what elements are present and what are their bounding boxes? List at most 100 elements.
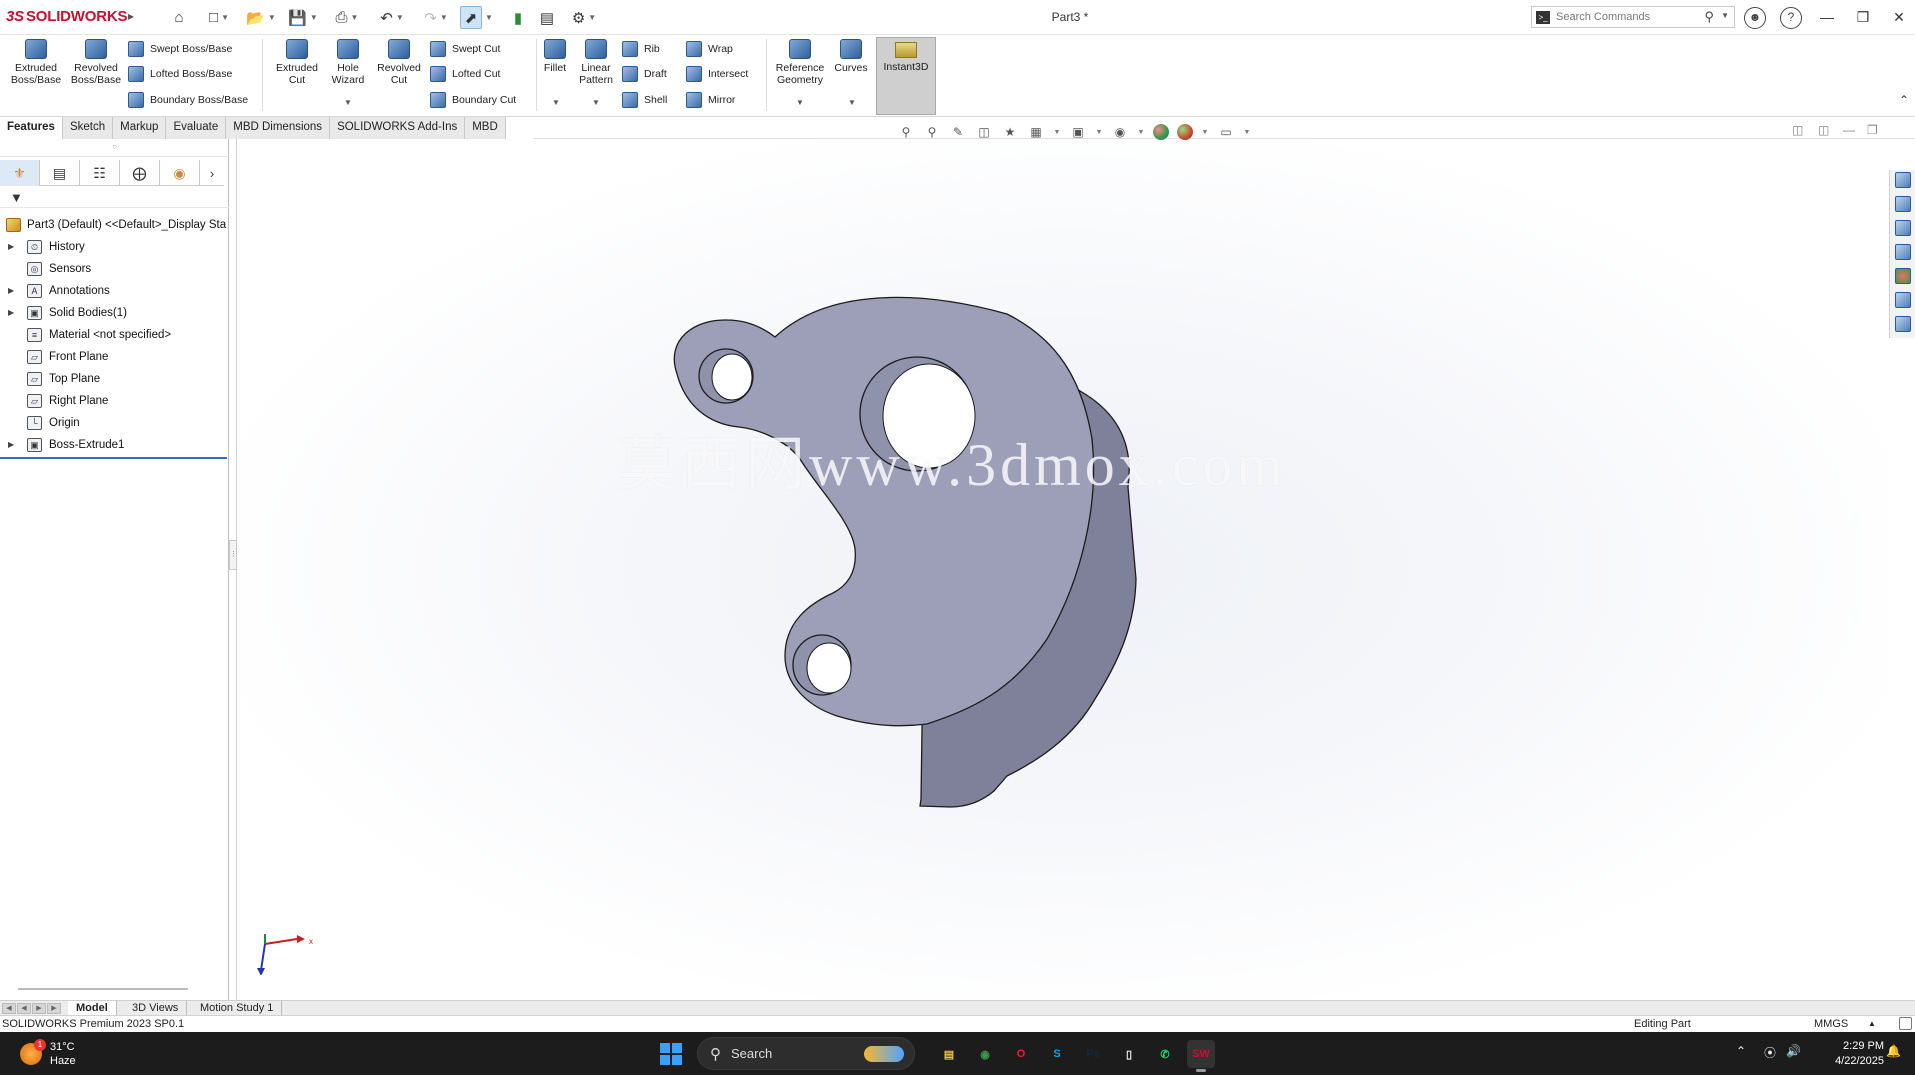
curves-button[interactable]: Curves	[832, 39, 870, 74]
draft-button[interactable]: Draft	[622, 64, 667, 84]
configuration-manager-tab-icon[interactable]: ☷	[80, 160, 120, 186]
display-manager-tab-icon[interactable]: ◉	[160, 160, 200, 186]
appearances-icon[interactable]	[1895, 268, 1911, 284]
minimize-window-icon[interactable]: —	[1812, 6, 1842, 28]
system-clock[interactable]: 2:29 PM 4/22/2025	[1820, 1039, 1884, 1069]
rib-button[interactable]: Rib	[622, 39, 660, 59]
revolved-boss-button[interactable]: Revolved Boss/Base	[66, 39, 126, 86]
expand-arrow-icon[interactable]: ▶	[8, 236, 14, 258]
tree-item-solid-bodies-1[interactable]: ▶ ▣ Solid Bodies(1)	[0, 302, 229, 324]
first-tab-icon[interactable]: ◀	[2, 1003, 16, 1014]
apply-scene-dropdown-icon[interactable]: ▼	[1201, 123, 1209, 141]
apply-scene-icon[interactable]	[1177, 124, 1193, 140]
tab-mbd-dimensions[interactable]: MBD Dimensions	[226, 117, 331, 139]
solidworks-resources-icon[interactable]	[1895, 172, 1911, 188]
reference-geometry-button[interactable]: Reference Geometry	[770, 39, 830, 86]
hide-show-items-icon[interactable]: ◉	[1111, 123, 1129, 141]
tab-solidworks-add-ins[interactable]: SOLIDWORKS Add-Ins	[330, 117, 466, 139]
rollback-bar[interactable]	[0, 457, 227, 459]
filter-icon[interactable]: ▼	[0, 188, 229, 208]
menu-expand-arrow-icon[interactable]: ▸	[128, 9, 134, 23]
help-icon[interactable]: ?	[1780, 7, 1802, 29]
select-dropdown-arrow-icon[interactable]: ▼	[484, 6, 494, 29]
section-view-icon[interactable]: ◫	[975, 123, 993, 141]
lofted-cut-button[interactable]: Lofted Cut	[430, 64, 500, 84]
restore-window-icon[interactable]: ❐	[1848, 6, 1878, 28]
view-palette-icon[interactable]	[1895, 244, 1911, 260]
start-button[interactable]	[660, 1043, 682, 1065]
view-settings-dropdown-icon[interactable]: ▼	[1243, 123, 1251, 141]
rebuild-icon[interactable]: ▮	[508, 6, 528, 29]
print-button[interactable]: ⎙ ▼	[327, 6, 367, 29]
mirror-button[interactable]: Mirror	[686, 90, 735, 110]
save-button[interactable]: 💾 ▼	[283, 6, 323, 29]
dropdown-arrow-icon[interactable]: ▼	[268, 13, 276, 22]
unit-system-selector[interactable]: MMGS	[1814, 1016, 1848, 1032]
panel-grip[interactable]: ○	[0, 139, 229, 157]
forum-icon[interactable]	[1895, 316, 1911, 332]
options-button[interactable]: ⚙ ▼	[566, 6, 602, 29]
solidworks-logo[interactable]: 3S SOLIDWORKS	[6, 8, 127, 25]
linear-pattern-dropdown-icon[interactable]: ▼	[592, 98, 600, 107]
fillet-button[interactable]: Fillet	[540, 39, 570, 74]
search-commands-input[interactable]: >_ Search Commands ⚲ ▼	[1531, 6, 1735, 28]
graphics-area[interactable]: 莫西网www.3dmox.com ⚲ ⚲ ✎ ◫ ★ ▦ ▼ ▣ ▼ ◉ ▼ ▼…	[237, 123, 1889, 1000]
dynamic-annotation-icon[interactable]: ★	[1001, 123, 1019, 141]
extruded-boss-button[interactable]: Extruded Boss/Base	[6, 39, 66, 86]
tab-motion-study[interactable]: Motion Study 1	[192, 1001, 283, 1016]
intersect-button[interactable]: Intersect	[686, 64, 748, 84]
undo-button[interactable]: ↶ ▼	[372, 6, 412, 29]
swept-cut-button[interactable]: Swept Cut	[430, 39, 500, 59]
swept-boss-button[interactable]: Swept Boss/Base	[128, 39, 232, 59]
search-icon[interactable]: ⚲	[1704, 9, 1714, 25]
extruded-cut-button[interactable]: Extruded Cut	[268, 39, 326, 86]
tree-item-origin[interactable]: └ Origin	[0, 412, 229, 434]
display-style-dropdown-icon[interactable]: ▼	[1095, 123, 1103, 141]
tree-item-material-not-specified[interactable]: ≡ Material <not specified>	[0, 324, 229, 346]
tree-item-boss-extrude1[interactable]: ▶ ▣ Boss-Extrude1	[0, 434, 229, 456]
search-dropdown-arrow-icon[interactable]: ▼	[1721, 11, 1729, 20]
status-options-icon[interactable]	[1899, 1017, 1912, 1030]
display-style-icon[interactable]: ▣	[1069, 123, 1087, 141]
prev-tab-icon[interactable]: ◀	[17, 1003, 31, 1014]
expand-arrow-icon[interactable]: ▶	[8, 302, 14, 324]
splitter-grip-icon[interactable]: ⋮	[229, 540, 237, 570]
lofted-boss-button[interactable]: Lofted Boss/Base	[128, 64, 232, 84]
expand-arrow-icon[interactable]: ▶	[8, 434, 14, 456]
restore-doc-icon[interactable]: ❐	[1867, 123, 1878, 137]
dropdown-arrow-icon[interactable]: ▼	[588, 13, 596, 22]
dropdown-arrow-icon[interactable]: ▼	[440, 13, 448, 22]
tab-model[interactable]: Model	[68, 1001, 117, 1016]
boundary-boss-button[interactable]: Boundary Boss/Base	[128, 90, 248, 110]
shell-button[interactable]: Shell	[622, 90, 667, 110]
taskbar-app-notepad[interactable]: ▯	[1115, 1040, 1143, 1068]
dropdown-arrow-icon[interactable]: ▼	[310, 13, 318, 22]
notifications-bell-icon[interactable]: 🔔	[1886, 1044, 1901, 1058]
taskbar-app-whatsapp[interactable]: ✆	[1151, 1040, 1179, 1068]
hole-wizard-dropdown-icon[interactable]: ▼	[344, 98, 352, 107]
taskbar-app-solidworks-2023[interactable]: SW	[1187, 1040, 1215, 1072]
tree-item-history[interactable]: ▶ ⏲ History	[0, 236, 229, 258]
collapse-ribbon-icon[interactable]: ⌃	[1899, 93, 1909, 107]
split-window-icon[interactable]: ◫	[1818, 123, 1829, 137]
curves-dropdown-icon[interactable]: ▼	[848, 98, 856, 107]
user-account-icon[interactable]: ☻	[1744, 7, 1766, 29]
custom-properties-icon[interactable]	[1895, 292, 1911, 308]
more-tabs-chevron-icon[interactable]: ›	[200, 160, 224, 186]
weather-widget[interactable]: 1 31°C Haze	[20, 1039, 76, 1068]
dropdown-arrow-icon[interactable]: ▼	[396, 13, 404, 22]
taskbar-app-opera[interactable]: O	[1007, 1040, 1035, 1068]
taskbar-app-file-explorer[interactable]: ▤	[935, 1040, 963, 1068]
dropdown-arrow-icon[interactable]: ▼	[221, 13, 229, 22]
tab-mbd[interactable]: MBD	[465, 117, 506, 139]
taskbar-app-photoshop[interactable]: Ps	[1079, 1040, 1107, 1068]
taskbar-app-skype[interactable]: S	[1043, 1040, 1071, 1068]
property-manager-tab-icon[interactable]: ▤	[40, 160, 80, 186]
redo-button[interactable]: ↷ ▼	[416, 6, 456, 29]
minimize-doc-icon[interactable]: —	[1843, 123, 1855, 137]
previous-view-icon[interactable]: ✎	[949, 123, 967, 141]
reference-geometry-dropdown-icon[interactable]: ▼	[796, 98, 804, 107]
linear-pattern-button[interactable]: Linear Pattern	[574, 39, 618, 86]
taskbar-search-box[interactable]: ⚲ Search	[697, 1037, 915, 1070]
volume-icon[interactable]: 🔊	[1786, 1044, 1801, 1058]
